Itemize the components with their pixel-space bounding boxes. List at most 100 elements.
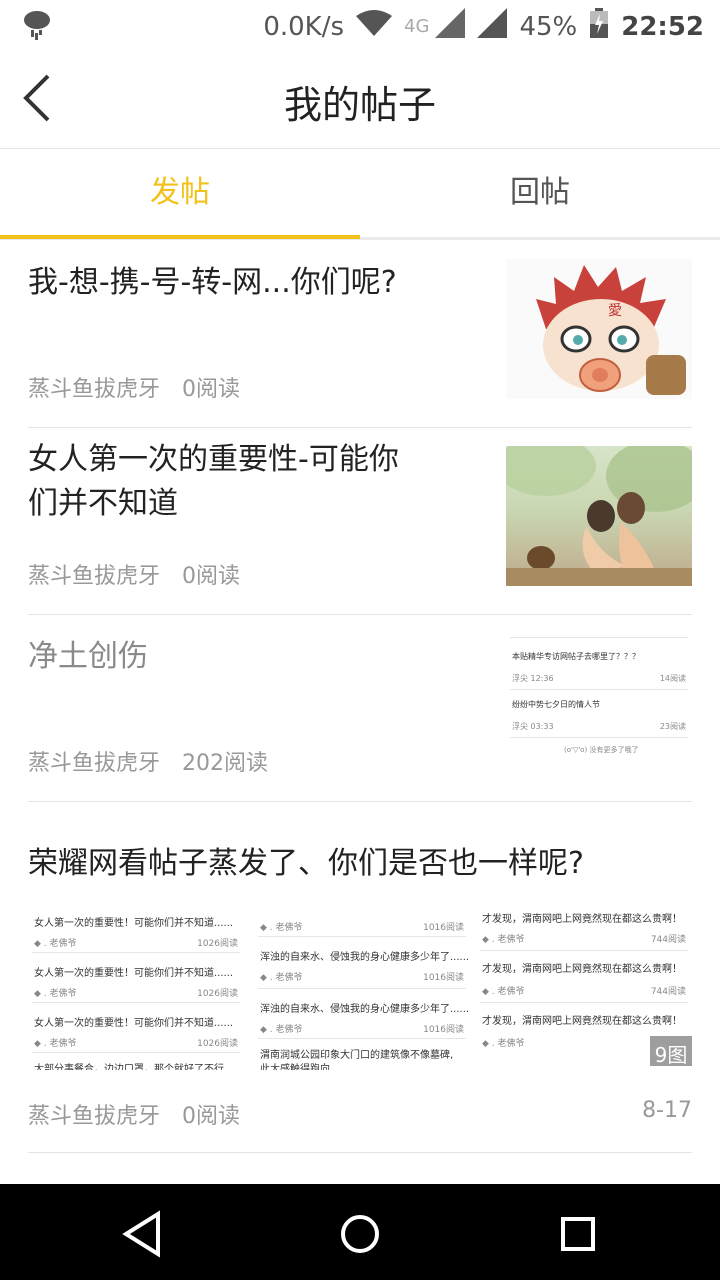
thumb-author: ◆ . 老佛爷 (260, 923, 303, 933)
thumb-reads: 1016阅读 (423, 973, 464, 983)
post-image-1: 女人第一次的重要性！可能你们并不知道...... ◆ . 老佛爷 1026阅读 … (28, 906, 244, 1070)
thumb-line: 本贴精华专访网帖子去哪里了？？？ (512, 652, 640, 661)
thumb-author: ◆ . 老佛爷 (482, 1039, 525, 1049)
divider (32, 1002, 240, 1003)
post-date: 8-17 (642, 1098, 692, 1123)
thumb-line: 女人第一次的重要性！可能你们并不知道...... (34, 968, 234, 979)
weather-rain-icon (22, 8, 52, 46)
post-meta: 蒸斗鱼拔虎牙 202阅读 (28, 745, 268, 777)
battery-percent: 45% (519, 11, 578, 42)
divider (510, 737, 688, 738)
list-item[interactable]: 荣耀网看帖子蒸发了、你们是否也一样呢? 女人第一次的重要性！可能你们并不知道..… (28, 802, 692, 1153)
battery-icon (589, 8, 609, 45)
thumb-line: 女人第一次的重要性！可能你们并不知道...... (34, 918, 234, 929)
divider (258, 1038, 466, 1039)
thumb-author: ◆ . 老佛爷 (34, 989, 77, 999)
screenshot-thumbnail: 本贴精华专访网帖子去哪里了？？？ 浮尖 12:36 14阅读 纷纷中势七夕日的情… (506, 629, 692, 769)
post-thumbnail (506, 446, 692, 586)
app-bar: 我的帖子 (0, 50, 720, 149)
thumb-author: ◆ . 老佛爷 (482, 987, 525, 997)
thumb-author: ◆ . 老佛爷 (260, 973, 303, 983)
thumb-reads: 1016阅读 (423, 923, 464, 933)
thumb-reads: 744阅读 (650, 935, 686, 945)
tab-posts[interactable]: 发帖 (0, 149, 360, 237)
nav-back-button[interactable] (114, 1206, 170, 1262)
page-title: 我的帖子 (283, 83, 436, 127)
thumb-line: 渭南润城公园印象大门口的建筑像不像墓碑, (260, 1050, 454, 1061)
thumb-reads: 1026阅读 (197, 939, 238, 949)
image-count-badge: 9图 (650, 1036, 692, 1066)
divider (510, 689, 688, 690)
list-item[interactable]: 我-想-携-号-转-网...你们呢? 蒸斗鱼拔虎牙 0阅读 愛 (28, 241, 692, 428)
divider (32, 1052, 240, 1053)
thumb-end-note: (o'▽'o) 没有更多了哦了 (564, 746, 639, 754)
post-author: 蒸斗鱼拔虎牙 (28, 377, 161, 402)
clock: 22:52 (621, 11, 704, 42)
list-item[interactable]: 净土创伤 蒸斗鱼拔虎牙 202阅读 本贴精华专访网帖子去哪里了？？？ 浮尖 12:… (28, 615, 692, 802)
divider (480, 1002, 688, 1003)
post-title: 女人第一次的重要性-可能你 们并不知道 (28, 438, 399, 526)
post-meta: 蒸斗鱼拔虎牙 0阅读 (28, 1098, 240, 1130)
status-bar: 0.0K/s 4G 45% 22:52 (0, 0, 720, 50)
post-reads: 0阅读 (182, 564, 241, 589)
post-author: 蒸斗鱼拔虎牙 (28, 564, 161, 589)
post-meta: 蒸斗鱼拔虎牙 0阅读 (28, 558, 240, 590)
tab-bar: 发帖 回帖 (0, 149, 720, 241)
network-speed: 0.0K/s (263, 11, 345, 42)
tab-active-indicator (0, 235, 360, 239)
svg-text:愛: 愛 (608, 303, 622, 319)
divider (510, 637, 688, 638)
thumb-reads: 1026阅读 (197, 989, 238, 999)
post-image-2: ◆ . 老佛爷 1016阅读 浑浊的自来水、侵蚀我的身心健康多少年了......… (254, 906, 470, 1070)
post-reads: 0阅读 (182, 377, 241, 402)
nav-home-button[interactable] (332, 1206, 388, 1262)
post-author: 蒸斗鱼拔虎牙 (28, 1104, 161, 1129)
divider (32, 952, 240, 953)
post-author: 蒸斗鱼拔虎牙 (28, 751, 161, 776)
post-title-line-2: 们并不知道 (28, 486, 178, 521)
post-title: 净土创伤 (28, 639, 148, 674)
thumb-line: 才发现，渭南网吧上网竟然现在都这么贵啊！ (482, 964, 682, 975)
tab-replies[interactable]: 回帖 (360, 149, 720, 237)
thumb-line: 浑浊的自来水、侵蚀我的身心健康多少年了...... (260, 1004, 470, 1015)
wifi-icon (356, 10, 393, 43)
thumb-line: 才发现，渭南网吧上网竟然现在都这么贵啊！ (482, 1016, 682, 1027)
divider (480, 950, 688, 951)
cartoon-character-image: 愛 (536, 265, 686, 395)
illustration-couple-image (506, 446, 692, 586)
thumb-line: 纷纷中势七夕日的情人节 (512, 700, 600, 709)
post-title: 我-想-携-号-转-网...你们呢? (28, 265, 397, 300)
post-image-3: 才发现，渭南网吧上网竟然现在都这么贵啊！ ◆ . 老佛爷 744阅读 才发现，渭… (476, 902, 692, 1066)
post-title-line-1: 女人第一次的重要性-可能你 (28, 442, 399, 477)
thumb-reads: 1026阅读 (197, 1039, 238, 1049)
network-type: 4G (404, 16, 430, 37)
post-title: 荣耀网看帖子蒸发了、你们是否也一样呢? (28, 846, 584, 881)
nav-recents-button[interactable] (550, 1206, 606, 1262)
nav-back-icon (122, 1210, 160, 1258)
nav-recents-icon (561, 1217, 595, 1251)
signal-icon-2 (477, 8, 508, 45)
system-nav-bar (0, 1184, 720, 1280)
signal-icon-1 (435, 8, 466, 45)
post-reads: 202阅读 (182, 751, 269, 776)
list-item[interactable]: 女人第一次的重要性-可能你 们并不知道 蒸斗鱼拔虎牙 0阅读 (28, 428, 692, 615)
thumb-line: 大部分事餐合，边边口罩，那个就好了不行 (34, 1064, 224, 1070)
thumb-author: ◆ . 老佛爷 (34, 939, 77, 949)
post-meta: 蒸斗鱼拔虎牙 0阅读 (28, 371, 240, 403)
thumb-line: 浑浊的自来水、侵蚀我的身心健康多少年了...... (260, 952, 470, 963)
thumb-reads: 1016阅读 (423, 1025, 464, 1035)
thumb-author: ◆ . 老佛爷 (482, 935, 525, 945)
thumb-line: 此大感触得跑向 (260, 1064, 330, 1070)
nav-home-icon (341, 1215, 379, 1253)
thumb-line: 才发现，渭南网吧上网竟然现在都这么贵啊！ (482, 914, 682, 925)
divider (258, 988, 466, 989)
divider (258, 936, 466, 937)
thumb-reads: 744阅读 (650, 987, 686, 997)
post-thumbnail: 本贴精华专访网帖子去哪里了？？？ 浮尖 12:36 14阅读 纷纷中势七夕日的情… (506, 629, 692, 769)
thumb-meta: 浮尖 03:33 (512, 722, 554, 731)
thumb-meta: 浮尖 12:36 (512, 674, 554, 683)
thumb-reads: 23阅读 (659, 722, 686, 731)
post-reads: 0阅读 (182, 1104, 241, 1129)
thumb-author: ◆ . 老佛爷 (260, 1025, 303, 1035)
thumb-reads: 14阅读 (659, 674, 686, 683)
